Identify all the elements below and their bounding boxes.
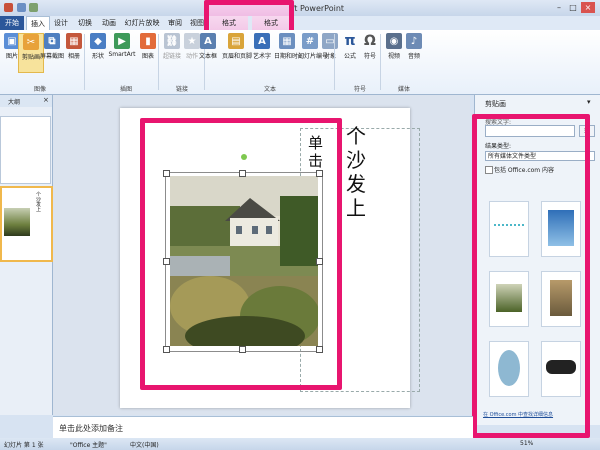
undo-icon[interactable] (29, 3, 38, 12)
tab-animations[interactable]: 动画 (98, 16, 120, 30)
pi-icon: π (344, 33, 356, 49)
textbox-button[interactable]: A 文本框 (196, 33, 220, 60)
audio-button[interactable]: ♪ 音频 (402, 33, 426, 60)
zoom-level[interactable]: 51% (520, 440, 533, 447)
tab-outline[interactable]: 大纲 (8, 97, 20, 106)
save-icon[interactable] (17, 3, 26, 12)
notes-placeholder: 单击此处添加备注 (59, 424, 123, 433)
group-images-label: 图像 (33, 86, 46, 93)
minimize-icon[interactable]: – (552, 2, 566, 13)
status-language: 中文(中国) (130, 442, 159, 449)
tab-insert[interactable]: 插入 (26, 16, 50, 31)
tab-review[interactable]: 审阅 (164, 16, 186, 30)
close-icon[interactable]: × (581, 2, 595, 13)
datetime-button[interactable]: ▦ 日期和时间 (274, 33, 304, 60)
highlight-picture (140, 118, 342, 390)
screenshot-button[interactable]: ⧉ 屏幕截图 (40, 33, 64, 60)
tab-slideshow[interactable]: 幻灯片放映 (122, 16, 162, 30)
album-button[interactable]: ▦ 相册 (62, 33, 86, 60)
hyperlink-icon: ⛓ (164, 33, 180, 49)
screenshot-icon: ⧉ (44, 33, 60, 49)
notes-pane[interactable]: 单击此处添加备注 (53, 416, 473, 439)
clipart-pane-title: 剪贴画 (485, 100, 506, 108)
group-text-label: 文本 (263, 86, 276, 93)
headerfooter-button[interactable]: ▤ 页眉和页脚 (222, 33, 252, 60)
group-illustrations-label: 插图 (119, 86, 132, 93)
album-icon: ▦ (66, 33, 82, 49)
smartart-button[interactable]: ▶ SmartArt (108, 33, 136, 58)
clipart-icon: ✂ (23, 34, 39, 50)
smartart-icon: ▶ (114, 33, 130, 49)
group-symbols-label: 符号 (353, 86, 366, 93)
group-separator (334, 34, 335, 90)
omega-icon: Ω (364, 33, 376, 49)
chart-icon: ▮ (140, 33, 156, 49)
tab-design[interactable]: 设计 (50, 16, 72, 30)
speaker-icon: ♪ (406, 33, 422, 49)
pane-options-icon[interactable]: ▾ (587, 98, 591, 106)
thumbnail-text: 个沙发上 (36, 192, 42, 213)
tab-transitions[interactable]: 切换 (74, 16, 96, 30)
status-bar: 幻灯片 第 1 张 "Office 主题" 中文(中国) 51% (0, 438, 600, 450)
textbox-icon: A (200, 33, 216, 49)
close-icon[interactable]: × (43, 96, 49, 104)
slidenumber-icon: # (302, 33, 318, 49)
chart-button[interactable]: ▮ 图表 (136, 33, 160, 60)
title-bar: 演示文稿1 - Microsoft PowerPoint – □ × (0, 0, 600, 16)
thumbnail-image (4, 208, 30, 236)
group-separator (84, 34, 85, 90)
wordart-icon: A (254, 33, 270, 49)
wordart-button[interactable]: A 艺术字 (250, 33, 274, 60)
tab-file[interactable]: 开始 (0, 16, 24, 30)
group-separator (380, 34, 381, 90)
group-separator (158, 34, 159, 90)
app-icon (4, 3, 13, 12)
calendar-icon: ▦ (279, 33, 295, 49)
status-theme: "Office 主题" (70, 442, 107, 449)
group-links-label: 链接 (175, 86, 188, 93)
status-slide: 幻灯片 第 1 张 (4, 442, 44, 449)
shapes-button[interactable]: ◆ 形状 (86, 33, 110, 60)
symbol-button[interactable]: Ω 符号 (358, 33, 382, 60)
slide-thumbnail-current[interactable]: 个沙发上 (0, 186, 53, 262)
slides-pane-tabs: 大纲 × (0, 95, 52, 107)
maximize-icon[interactable]: □ (566, 2, 580, 13)
highlight-clipart-pane (472, 114, 590, 438)
group-media-label: 媒体 (397, 86, 410, 93)
vertical-title-text[interactable]: 个沙发上 (346, 124, 366, 220)
shapes-icon: ◆ (90, 33, 106, 49)
slide-thumbnail-blank[interactable] (0, 116, 51, 184)
film-icon: ◉ (386, 33, 402, 49)
headerfooter-icon: ▤ (228, 33, 244, 49)
object-icon: ▭ (322, 33, 338, 49)
